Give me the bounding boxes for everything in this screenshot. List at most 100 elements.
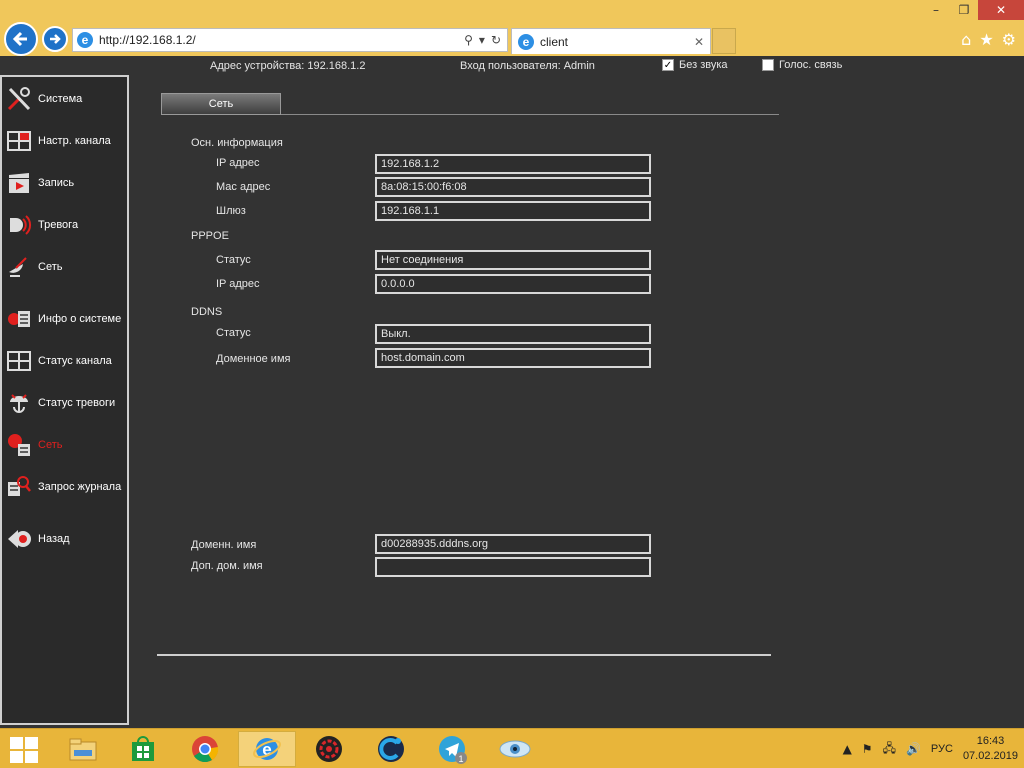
sidebar-item-back[interactable]: Назад	[6, 523, 128, 555]
tab-close-icon[interactable]: ✕	[694, 35, 704, 49]
back-button[interactable]	[4, 22, 38, 56]
gear-icon[interactable]: ⚙	[1002, 30, 1016, 49]
volume-icon[interactable]: 🔊	[906, 742, 921, 756]
log-search-icon	[6, 474, 32, 500]
ddns-status-label: Статус	[216, 327, 251, 339]
extra-domain-field[interactable]	[375, 534, 651, 554]
eye-app-icon	[499, 740, 531, 758]
voice-label: Голос. связь	[779, 59, 843, 71]
tab-network[interactable]: Сеть	[161, 93, 281, 115]
sidebar-item-system-info[interactable]: Инфо о системе	[6, 303, 128, 335]
pppoe-status-field[interactable]	[375, 250, 651, 270]
ie-tab-icon: e	[518, 33, 534, 50]
taskbar-store[interactable]	[114, 731, 172, 767]
window-controls: – ❐ ✕	[922, 0, 1024, 20]
device-address: Адрес устройства: 192.168.1.2	[210, 60, 366, 72]
star-icon[interactable]: ★	[979, 30, 993, 49]
sidebar-item-label: Статус тревоги	[38, 397, 116, 409]
action-center-icon[interactable]: ⚑	[862, 742, 873, 756]
ddns-domain-label: Доменное имя	[216, 353, 291, 365]
checkbox-empty	[762, 59, 774, 71]
arrow-left-icon	[12, 31, 27, 47]
clock[interactable]: 16:43 07.02.2019	[963, 734, 1018, 764]
alarm-status-icon	[6, 390, 32, 416]
sidebar-item-alarm[interactable]: Тревога	[6, 209, 128, 241]
telegram-badge: 1	[458, 754, 463, 764]
start-button[interactable]	[10, 737, 38, 763]
restore-button[interactable]: ❐	[950, 0, 978, 20]
sidebar-item-network-status[interactable]: Сеть	[6, 429, 128, 461]
windows-logo-tile	[10, 751, 23, 763]
taskbar-chrome[interactable]	[176, 731, 234, 767]
ddns-status-field[interactable]	[375, 324, 651, 344]
ie-page-icon: e	[77, 32, 93, 48]
sidebar-item-network[interactable]: Сеть	[6, 251, 128, 283]
sidebar-item-channel-settings[interactable]: Настр. канала	[6, 125, 128, 157]
satellite-icon	[6, 254, 32, 280]
refresh-icon[interactable]: ↻	[491, 33, 501, 47]
divider-line	[157, 654, 771, 656]
new-tab-button[interactable]	[712, 28, 736, 54]
address-bar[interactable]: e http://192.168.1.2/ ⚲ ▾ ↻	[72, 28, 508, 52]
language-indicator[interactable]: РУС	[931, 743, 953, 755]
clock-date: 07.02.2019	[962, 750, 1018, 762]
sidebar-item-log-query[interactable]: Запрос журнала	[6, 471, 128, 503]
alt-domain-field[interactable]	[375, 557, 651, 577]
mac-address-field[interactable]	[375, 177, 651, 197]
checkmark-icon: ✓	[662, 59, 674, 71]
taskbar-internet-explorer[interactable]: e	[238, 731, 296, 767]
store-icon	[132, 736, 154, 761]
dropdown-icon[interactable]: ▾	[479, 33, 485, 47]
forward-button[interactable]	[42, 26, 68, 52]
sidebar-item-label: Система	[38, 93, 83, 105]
home-icon[interactable]: ⌂	[961, 30, 971, 49]
network-globe-icon	[6, 432, 32, 458]
taskbar-gear-app[interactable]	[300, 731, 358, 767]
taskbar: e 1 ▲ ⚑ 🖧 🔊 РУС 16:43 07.02.2019	[0, 728, 1024, 768]
gateway-field[interactable]	[375, 201, 651, 221]
gear-app-icon	[316, 736, 342, 762]
network-tray-icon[interactable]: 🖧	[883, 739, 896, 760]
sidebar-item-label: Настр. канала	[38, 135, 111, 147]
windows-logo-tile	[10, 737, 23, 749]
taskbar-ccleaner[interactable]	[362, 731, 420, 767]
sidebar-item-record[interactable]: Запись	[6, 167, 128, 199]
section-ddns: DDNS	[191, 306, 223, 318]
ccleaner-icon	[378, 736, 404, 762]
address-url[interactable]: http://192.168.1.2/	[99, 33, 464, 47]
page-content: Адрес устройства: 192.168.1.2 Вход польз…	[0, 56, 1024, 728]
minimize-button[interactable]: –	[922, 0, 950, 20]
sidebar-item-label: Инфо о системе	[38, 313, 122, 325]
sidebar-item-label: Сеть	[38, 439, 63, 451]
ip-address-field[interactable]	[375, 154, 651, 174]
voice-checkbox[interactable]: Голос. связь	[762, 59, 842, 71]
sidebar: Система Настр. канала Запись Тревога Сет…	[0, 75, 129, 725]
extra-domain-label: Доменн. имя	[191, 539, 257, 551]
sidebar-item-label: Запрос журнала	[38, 481, 122, 493]
network-panel: Сеть Осн. информация IP адрес Мас адрес …	[158, 75, 779, 675]
pppoe-ip-field[interactable]	[375, 274, 651, 294]
browser-tab[interactable]: e client ✕	[511, 28, 711, 54]
mac-label: Мас адрес	[216, 181, 271, 193]
sidebar-item-label: Сеть	[38, 261, 63, 273]
tab-title: client	[540, 34, 569, 49]
taskbar-telegram[interactable]: 1	[424, 731, 482, 767]
taskbar-file-explorer[interactable]	[54, 731, 112, 767]
sidebar-item-channel-status[interactable]: Статус канала	[6, 345, 128, 377]
sidebar-item-alarm-status[interactable]: Статус тревоги	[6, 387, 128, 419]
alarm-icon	[6, 212, 32, 238]
pppoe-status-label: Статус	[216, 254, 251, 266]
channel-status-icon	[6, 348, 32, 374]
ddns-domain-field[interactable]	[375, 348, 651, 368]
file-explorer-icon	[69, 738, 97, 761]
windows-logo-tile	[25, 737, 38, 749]
mute-checkbox[interactable]: ✓ Без звука	[662, 59, 728, 71]
pppoe-ip-label: IP адрес	[216, 278, 260, 290]
taskbar-eye-app[interactable]	[486, 731, 544, 767]
sidebar-item-system[interactable]: Система	[6, 83, 128, 115]
search-icon[interactable]: ⚲	[464, 33, 473, 47]
close-window-button[interactable]: ✕	[978, 0, 1024, 20]
tray-expand-icon[interactable]: ▲	[843, 742, 852, 756]
sidebar-item-label: Статус канала	[38, 355, 112, 367]
back-icon	[6, 526, 32, 552]
